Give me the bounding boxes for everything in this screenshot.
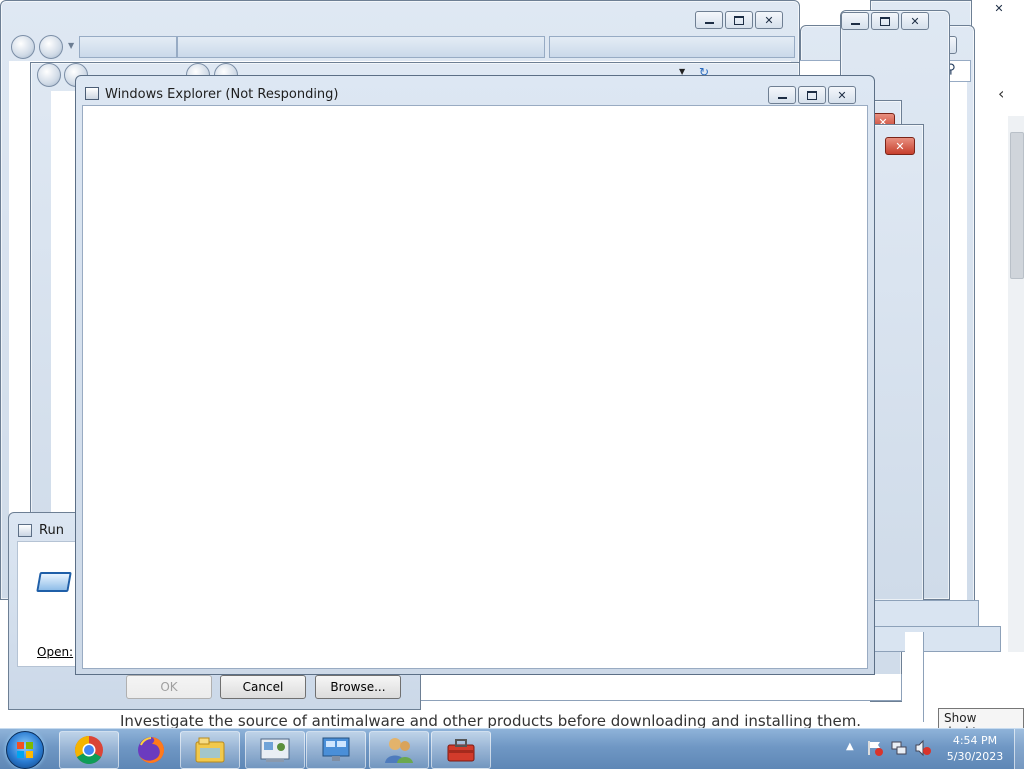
taskbar-remote-desktop[interactable] <box>306 731 366 769</box>
close-button[interactable]: ✕ <box>755 11 783 29</box>
nav-dropdown-icon[interactable]: ▼ <box>68 41 74 50</box>
network-icon[interactable] <box>890 739 908 760</box>
frozen-window-bottom-2 <box>873 626 1001 652</box>
minimize-button[interactable] <box>695 11 723 29</box>
volume-muted-icon[interactable] <box>914 739 932 760</box>
taskbar: ▲ 4:54 PM 5/30/2023 <box>0 728 1024 769</box>
taskbar-control-panel[interactable] <box>245 731 305 769</box>
ok-button[interactable]: OK <box>126 675 212 699</box>
window-title: Windows Explorer (Not Responding) <box>105 87 339 102</box>
show-hidden-icons-icon[interactable]: ▲ <box>846 741 854 752</box>
close-icon[interactable]: ✕ <box>986 0 1012 16</box>
back-nav-icon[interactable] <box>37 63 61 87</box>
explorer-window-icon <box>85 87 99 100</box>
unresponsive-client-area <box>82 105 868 669</box>
address-bar[interactable] <box>177 36 545 58</box>
run-program-icon <box>36 572 72 592</box>
search-bar[interactable] <box>549 36 795 58</box>
users-icon <box>385 738 413 763</box>
caption-buttons: ✕ <box>768 86 856 104</box>
forward-nav-icon[interactable] <box>39 35 63 59</box>
control-panel-icon <box>260 738 290 762</box>
taskbar-chrome[interactable] <box>59 731 119 769</box>
frozen-window-bottom-3 <box>420 674 902 701</box>
clock-time: 4:54 PM <box>952 734 998 747</box>
run-dialog-title: Run <box>39 523 64 538</box>
windows-logo-icon <box>17 742 33 758</box>
run-window-icon <box>18 524 32 537</box>
taskbar-toolbox[interactable] <box>431 731 491 769</box>
action-center-flag-icon[interactable] <box>866 739 884 760</box>
taskbar-users[interactable] <box>369 731 429 769</box>
page-scrollbar-thumb[interactable] <box>1010 132 1024 279</box>
breadcrumb-bar-segment[interactable] <box>79 36 177 58</box>
explorer-not-responding-window: Windows Explorer (Not Responding) ✕ <box>75 75 875 675</box>
firefox-icon <box>138 737 164 763</box>
frozen-window-bottom-1 <box>873 600 979 628</box>
taskbar-file-explorer[interactable] <box>180 731 240 769</box>
browse-button[interactable]: Browse... <box>315 675 401 699</box>
taskbar-clock[interactable]: 4:54 PM 5/30/2023 <box>940 733 1010 765</box>
frozen-window-edge-2: ✕ <box>872 124 924 601</box>
remote-desktop-icon <box>322 737 350 761</box>
back-arrow-icon[interactable]: ‹ <box>998 84 1004 103</box>
back-nav-icon[interactable] <box>11 35 35 59</box>
maximize-button[interactable] <box>871 12 899 30</box>
open-label: Open: <box>37 645 74 659</box>
taskbar-firefox[interactable] <box>121 731 181 769</box>
chrome-icon <box>75 736 103 764</box>
close-button[interactable]: ✕ <box>828 86 856 104</box>
toolbox-icon <box>447 739 475 762</box>
caption-buttons: ✕ <box>695 11 783 29</box>
maximize-button[interactable] <box>725 11 753 29</box>
minimize-button[interactable] <box>768 86 796 104</box>
file-explorer-icon <box>195 737 225 763</box>
show-desktop-button[interactable] <box>1014 729 1024 769</box>
close-button[interactable]: ✕ <box>901 12 929 30</box>
maximize-button[interactable] <box>798 86 826 104</box>
close-button[interactable]: ✕ <box>885 137 915 155</box>
start-button[interactable] <box>6 731 44 769</box>
caption-buttons: ✕ <box>841 12 929 30</box>
cancel-button[interactable]: Cancel <box>220 675 306 699</box>
frozen-window-side <box>905 632 924 722</box>
clock-date: 5/30/2023 <box>946 750 1004 763</box>
minimize-button[interactable] <box>841 12 869 30</box>
